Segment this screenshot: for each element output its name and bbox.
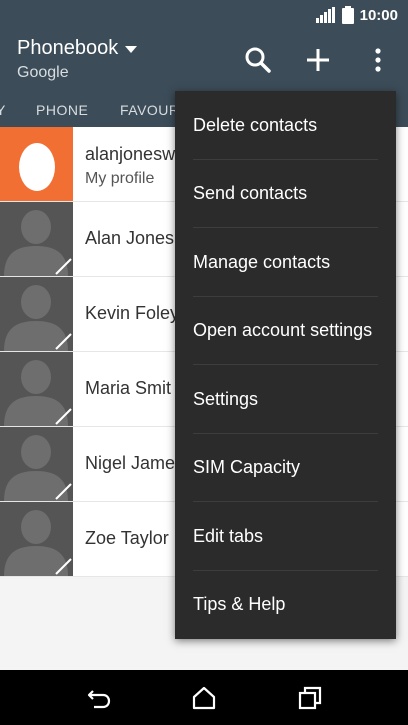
menu-item-sim-capacity[interactable]: SIM Capacity xyxy=(175,434,396,503)
contact-subtitle: My profile xyxy=(85,170,155,187)
tab-favourites[interactable]: FAVOUR xyxy=(120,102,180,118)
search-icon[interactable] xyxy=(243,45,273,75)
home-icon[interactable] xyxy=(191,685,217,711)
recents-icon[interactable] xyxy=(297,685,323,711)
person-silhouette-icon xyxy=(4,285,72,351)
contact-name: Alan Jones xyxy=(85,228,175,248)
navigation-bar xyxy=(0,670,408,725)
menu-item-send-contacts[interactable]: Send contacts xyxy=(175,160,396,229)
person-silhouette-icon xyxy=(4,510,72,576)
more-icon[interactable] xyxy=(363,45,393,75)
signal-icon xyxy=(315,7,335,23)
menu-item-settings[interactable]: Settings xyxy=(175,365,396,434)
egg-icon xyxy=(19,143,55,191)
status-time: 10:00 xyxy=(359,6,398,24)
avatar xyxy=(0,502,73,576)
overflow-menu: Delete contacts Send contacts Manage con… xyxy=(175,91,396,639)
person-silhouette-icon xyxy=(4,210,72,276)
battery-icon xyxy=(341,6,354,24)
menu-item-delete-contacts[interactable]: Delete contacts xyxy=(175,91,396,160)
tab-partial[interactable]: Y xyxy=(0,102,6,118)
app-title: Phonebook xyxy=(17,37,119,59)
contact-name: Kevin Foley xyxy=(85,303,180,323)
contact-name: Zoe Taylor xyxy=(85,528,169,548)
status-icons: 10:00 xyxy=(315,6,398,24)
app-header: Phonebook Google xyxy=(0,31,408,94)
avatar xyxy=(0,127,73,201)
chevron-down-icon xyxy=(125,45,138,53)
app-subtitle: Google xyxy=(17,64,69,81)
menu-item-tips-help[interactable]: Tips & Help xyxy=(175,571,396,640)
tab-phone[interactable]: PHONE xyxy=(36,102,88,118)
avatar xyxy=(0,427,73,501)
contact-name: Maria Smit xyxy=(85,378,172,398)
menu-item-manage-contacts[interactable]: Manage contacts xyxy=(175,228,396,297)
avatar xyxy=(0,352,73,426)
contact-name: Nigel Jame xyxy=(85,453,176,473)
contact-name: alanjonesw xyxy=(85,144,176,164)
avatar xyxy=(0,202,73,276)
avatar xyxy=(0,277,73,351)
menu-item-edit-tabs[interactable]: Edit tabs xyxy=(175,502,396,571)
person-silhouette-icon xyxy=(4,435,72,501)
person-silhouette-icon xyxy=(4,360,72,426)
add-icon[interactable] xyxy=(303,45,333,75)
account-switcher[interactable]: Phonebook xyxy=(17,37,138,60)
status-bar: 10:00 xyxy=(0,0,408,31)
back-icon[interactable] xyxy=(86,685,112,711)
menu-item-open-account-settings[interactable]: Open account settings xyxy=(175,297,396,366)
